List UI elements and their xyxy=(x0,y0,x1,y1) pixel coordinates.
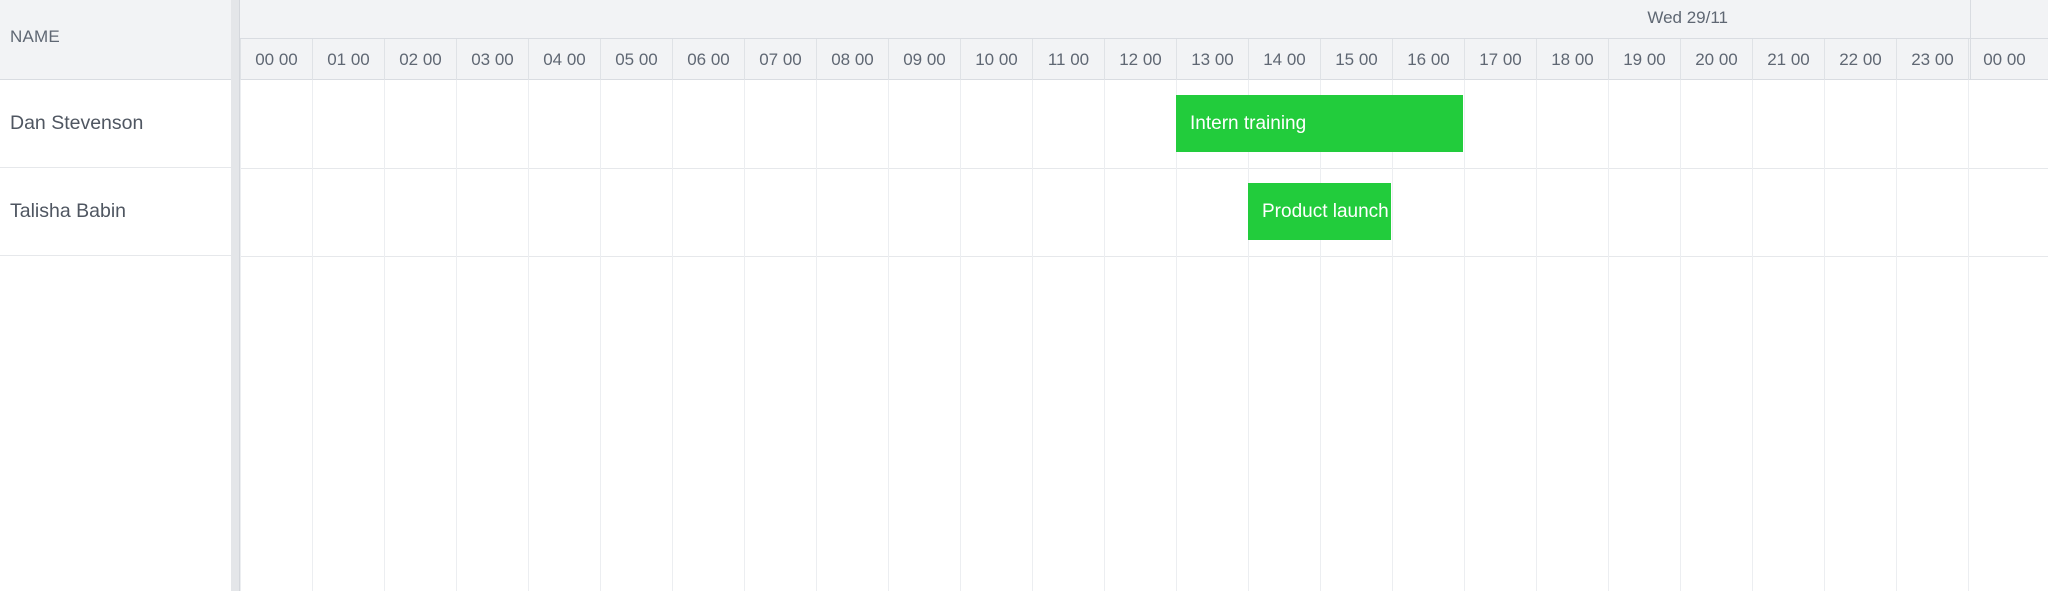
hour-grid-line xyxy=(456,80,457,591)
hour-grid-line xyxy=(240,80,241,591)
hour-header-cell: 15 00 xyxy=(1320,39,1392,81)
hour-header-cell: 21 00 xyxy=(1752,39,1824,81)
hour-grid-line xyxy=(1104,80,1105,591)
hour-header-cell: 10 00 xyxy=(960,39,1032,81)
hour-header-cell: 09 00 xyxy=(888,39,960,81)
hour-grid-line xyxy=(1392,80,1393,591)
panel-splitter[interactable] xyxy=(231,0,240,591)
hour-grid-line xyxy=(1824,80,1825,591)
hour-header-cell: 22 00 xyxy=(1824,39,1896,81)
hour-header-cell: 13 00 xyxy=(1176,39,1248,81)
hour-header-cell: 19 00 xyxy=(1608,39,1680,81)
hour-grid-line xyxy=(1176,80,1177,591)
resource-row[interactable]: Dan Stevenson xyxy=(0,80,231,168)
timeline-panel: Wed 29/11 00 00 01 00 02 00 03 00 04 00 05 00… xyxy=(240,0,2048,591)
hour-header-cell: 00 00 xyxy=(240,39,312,81)
hour-header-cell: 18 00 xyxy=(1536,39,1608,81)
resource-name: Dan Stevenson xyxy=(10,112,144,134)
hour-header-cell: 16 00 xyxy=(1392,39,1464,81)
day-label: Wed 29/11 xyxy=(1647,8,1728,27)
hour-grid-line xyxy=(528,80,529,591)
hour-header-cell: 20 00 xyxy=(1680,39,1752,81)
hour-grid-line xyxy=(1752,80,1753,591)
hour-grid-line xyxy=(1464,80,1465,591)
hour-header-cell: 05 00 xyxy=(600,39,672,81)
hour-grid-line xyxy=(1608,80,1609,591)
hour-grid-line xyxy=(384,80,385,591)
hour-grid-line xyxy=(1536,80,1537,591)
hour-grid-line xyxy=(312,80,313,591)
hour-header-cell: 08 00 xyxy=(816,39,888,81)
hour-grid-line xyxy=(1320,80,1321,591)
hour-header-cell: 17 00 xyxy=(1464,39,1536,81)
resource-name: Talisha Babin xyxy=(10,200,126,222)
event-bar[interactable]: Product launch xyxy=(1248,183,1391,240)
hour-grid-line xyxy=(1968,80,1969,591)
hour-header-cell: 01 00 xyxy=(312,39,384,81)
hour-grid-line xyxy=(744,80,745,591)
hour-grid-line xyxy=(1896,80,1897,591)
hour-header-cell: 02 00 xyxy=(384,39,456,81)
hour-grid-line xyxy=(1248,80,1249,591)
hour-header-cell: 12 00 xyxy=(1104,39,1176,81)
hour-header-cell: 11 00 xyxy=(1032,39,1104,81)
resource-column-header-label: NAME xyxy=(10,27,60,46)
hour-grid-line xyxy=(960,80,961,591)
hour-grid-line xyxy=(888,80,889,591)
hour-grid-line xyxy=(672,80,673,591)
hour-grid-line xyxy=(600,80,601,591)
resource-column-header[interactable]: NAME xyxy=(0,0,231,80)
row-divider xyxy=(240,168,2048,169)
hour-header-cell: 04 00 xyxy=(528,39,600,81)
hour-grid-line xyxy=(1032,80,1033,591)
row-divider xyxy=(240,256,2048,257)
resource-row[interactable]: Talisha Babin xyxy=(0,168,231,256)
hour-header-cell: 03 00 xyxy=(456,39,528,81)
hour-grid-line xyxy=(1680,80,1681,591)
hours-row: 00 00 01 00 02 00 03 00 04 00 05 00 06 00 07 00… xyxy=(240,38,2048,81)
hour-header-cell: 06 00 xyxy=(672,39,744,81)
scheduler: NAME Dan Stevenson Talisha Babin Wed 29/… xyxy=(0,0,2048,591)
hour-header-cell: 00 00 xyxy=(1968,39,2040,81)
hour-grid-line xyxy=(816,80,817,591)
resource-panel: NAME Dan Stevenson Talisha Babin xyxy=(0,0,231,591)
timeline-header: Wed 29/11 00 00 01 00 02 00 03 00 04 00 05 00… xyxy=(240,0,2048,81)
hour-header-cell: 14 00 xyxy=(1248,39,1320,81)
event-bar[interactable]: Intern training xyxy=(1176,95,1463,152)
hour-header-cell: 07 00 xyxy=(744,39,816,81)
hour-header-cell: 23 00 xyxy=(1896,39,1968,81)
